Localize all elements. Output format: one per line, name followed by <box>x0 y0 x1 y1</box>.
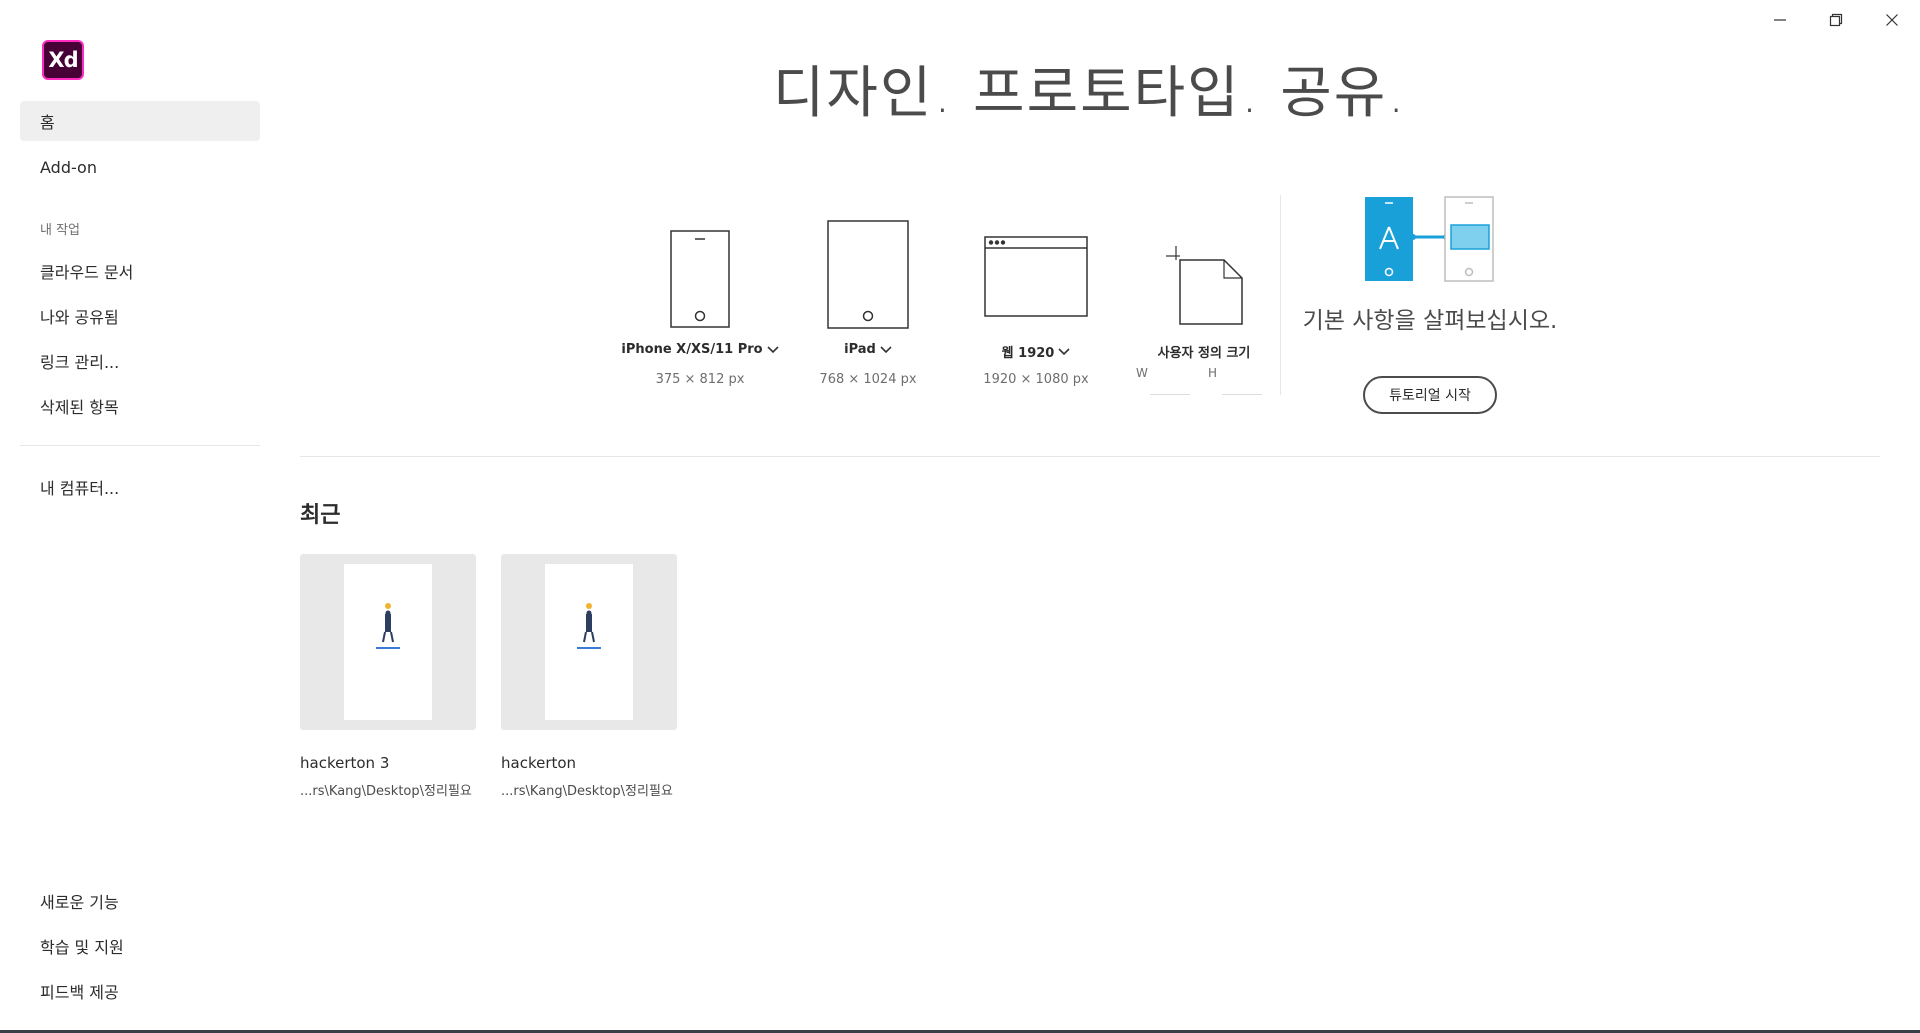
sidebar-item-whats-new[interactable]: 새로운 기능 <box>20 881 260 921</box>
recent-heading: 최근 <box>300 503 341 528</box>
preset-label[interactable]: 웹 1920 <box>956 342 1116 361</box>
page-title: 디자인. 프로토타입. 공유. <box>772 61 1408 126</box>
custom-size-icon <box>1124 190 1284 330</box>
sidebar-item-deleted[interactable]: 삭제된 항목 <box>20 386 260 426</box>
preset-web[interactable]: 웹 1920 1920 × 1080 px <box>956 190 1116 400</box>
artboard-preview <box>344 564 432 720</box>
restore-icon <box>1829 13 1843 27</box>
recent-file-card[interactable]: hackerton 3 ...rs\Kang\Desktop\정리필요 <box>300 554 476 799</box>
logo-letter-d: d <box>63 48 79 72</box>
file-path: ...rs\Kang\Desktop\정리필요 <box>300 784 472 799</box>
preset-divider <box>1280 195 1281 395</box>
preset-iphone[interactable]: iPhone X/XS/11 Pro 375 × 812 px <box>620 190 780 400</box>
artboard-preview <box>545 564 633 720</box>
preset-ipad-size: 768 × 1024 px <box>819 372 917 387</box>
preset-label[interactable]: iPad <box>788 342 948 357</box>
preset-iphone-label: iPhone X/XS/11 Pro <box>621 342 763 357</box>
preset-iphone-size: 375 × 812 px <box>655 372 745 387</box>
sidebar-item-learn[interactable]: 학습 및 지원 <box>20 926 260 966</box>
sidebar: Xd 홈 Add-on 내 작업 클라우드 문서 나와 공유됨 링크 관리...… <box>0 0 270 1033</box>
xd-logo: Xd <box>42 40 84 80</box>
restore-button[interactable] <box>1808 0 1864 40</box>
tutorial-illustration-icon <box>1364 195 1498 287</box>
close-button[interactable] <box>1864 0 1920 40</box>
preset-custom[interactable]: 사용자 정의 크기 W H <box>1124 190 1284 400</box>
sidebar-divider <box>20 445 260 446</box>
preset-label[interactable]: iPhone X/XS/11 Pro <box>620 342 780 357</box>
sidebar-item-feedback[interactable]: 피드백 제공 <box>20 971 260 1011</box>
tutorial-text: 기본 사항을 살펴보십시오. <box>1302 308 1558 334</box>
file-thumbnail[interactable] <box>501 554 677 730</box>
preset-web-size: 1920 × 1080 px <box>983 372 1089 387</box>
minimize-button[interactable] <box>1752 0 1808 40</box>
sidebar-item-links[interactable]: 링크 관리... <box>20 341 260 381</box>
height-label: H <box>1208 366 1218 380</box>
height-input[interactable] <box>1222 394 1262 395</box>
logo-letter-x: X <box>48 48 64 72</box>
file-name: hackerton <box>501 754 577 772</box>
preset-custom-label: 사용자 정의 크기 <box>1157 346 1251 361</box>
tutorial-card: 기본 사항을 살펴보십시오. 튜토리얼 시작 <box>1300 195 1560 425</box>
file-thumbnail[interactable] <box>300 554 476 730</box>
sidebar-item-shared[interactable]: 나와 공유됨 <box>20 296 260 336</box>
sidebar-item-addon[interactable]: Add-on <box>20 147 260 187</box>
preset-ipad[interactable]: iPad 768 × 1024 px <box>788 190 948 400</box>
chevron-down-icon <box>767 345 779 353</box>
width-label: W <box>1136 366 1148 380</box>
sidebar-item-home[interactable]: 홈 <box>20 101 260 141</box>
chevron-down-icon <box>880 345 892 353</box>
preset-ipad-label: iPad <box>844 342 876 357</box>
recent-file-card[interactable]: hackerton ...rs\Kang\Desktop\정리필요 <box>501 554 677 799</box>
sidebar-item-my-computer[interactable]: 내 컴퓨터... <box>20 467 260 507</box>
preset-web-label: 웹 1920 <box>1001 346 1055 361</box>
file-path: ...rs\Kang\Desktop\정리필요 <box>501 784 673 799</box>
phone-icon <box>620 190 780 330</box>
chevron-down-icon <box>1058 347 1070 355</box>
browser-icon <box>956 190 1116 330</box>
width-input[interactable] <box>1150 394 1190 395</box>
file-name: hackerton 3 <box>300 754 390 772</box>
window-controls <box>1752 0 1920 40</box>
tablet-icon <box>788 190 948 330</box>
my-work-header: 내 작업 <box>40 223 81 238</box>
sidebar-item-cloud-docs[interactable]: 클라우드 문서 <box>20 251 260 291</box>
close-icon <box>1886 14 1898 26</box>
minimize-icon <box>1774 19 1786 21</box>
start-tutorial-button[interactable]: 튜토리얼 시작 <box>1363 376 1497 414</box>
section-divider <box>300 456 1880 457</box>
